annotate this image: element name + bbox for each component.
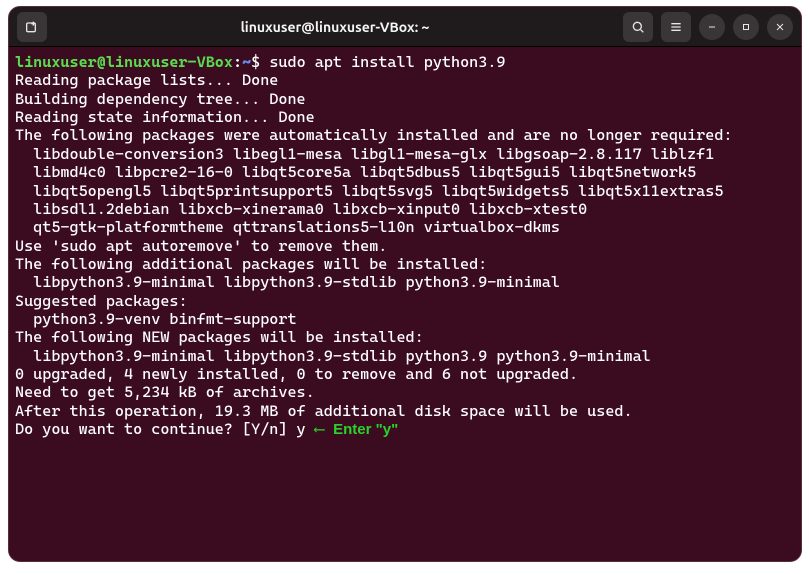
- titlebar: linuxuser@linuxuser-VBox: ~: [9, 7, 801, 47]
- close-button[interactable]: [767, 14, 793, 40]
- prompt-userhost: linuxuser@linuxuser-VBox: [15, 53, 233, 71]
- output-line: 0 upgraded, 4 newly installed, 0 to remo…: [15, 365, 578, 383]
- new-tab-button[interactable]: [17, 12, 47, 42]
- search-button[interactable]: [623, 12, 653, 42]
- output-line: Suggested packages:: [15, 292, 188, 310]
- output-line: libpython3.9-minimal libpython3.9-stdlib…: [15, 347, 651, 365]
- hamburger-menu-button[interactable]: [661, 12, 691, 42]
- new-tab-icon: [24, 19, 40, 35]
- minimize-button[interactable]: [699, 14, 725, 40]
- output-line: Use 'sudo apt autoremove' to remove them…: [15, 237, 387, 255]
- output-line: libpython3.9-minimal libpython3.9-stdlib…: [15, 273, 560, 291]
- minimize-icon: [706, 21, 718, 33]
- prompt-dollar: $: [251, 53, 260, 71]
- maximize-button[interactable]: [733, 14, 759, 40]
- output-line: libmd4c0 libpcre2-16-0 libqt5core5a libq…: [15, 163, 696, 181]
- search-icon: [630, 19, 646, 35]
- annotation-arrow: ⟵: [306, 420, 334, 438]
- command-text: sudo apt install python3.9: [269, 53, 505, 71]
- output-line: libqt5opengl5 libqt5printsupport5 libqt5…: [15, 182, 723, 200]
- annotation-text: Enter "y": [333, 421, 398, 438]
- output-line: The following packages were automaticall…: [15, 126, 732, 144]
- prompt-path: ~: [242, 53, 251, 71]
- terminal-viewport[interactable]: linuxuser@linuxuser-VBox:~$ sudo apt ins…: [9, 47, 801, 561]
- terminal-window: linuxuser@linuxuser-VBox: ~: [8, 6, 802, 562]
- maximize-icon: [740, 21, 752, 33]
- output-line: Building dependency tree... Done: [15, 90, 306, 108]
- close-icon: [774, 21, 786, 33]
- output-line: Need to get 5,234 kB of archives.: [15, 383, 315, 401]
- output-line: libsdl1.2debian libxcb-xinerama0 libxcb-…: [15, 200, 587, 218]
- output-line: After this operation, 19.3 MB of additio…: [15, 402, 633, 420]
- output-line: Reading state information... Done: [15, 108, 315, 126]
- output-line: Reading package lists... Done: [15, 71, 278, 89]
- window-title: linuxuser@linuxuser-VBox: ~: [55, 19, 615, 35]
- hamburger-icon: [668, 19, 684, 35]
- confirm-answer: y: [297, 420, 306, 438]
- output-line: libdouble-conversion3 libegl1-mesa libgl…: [15, 145, 714, 163]
- output-line: python3.9-venv binfmt-support: [15, 310, 297, 328]
- confirm-question: Do you want to continue? [Y/n]: [15, 420, 297, 438]
- output-line: The following NEW packages will be insta…: [15, 328, 424, 346]
- output-line: The following additional packages will b…: [15, 255, 487, 273]
- output-line: qt5-gtk-platformtheme qttranslations5-l1…: [15, 218, 560, 236]
- prompt-colon: :: [233, 53, 242, 71]
